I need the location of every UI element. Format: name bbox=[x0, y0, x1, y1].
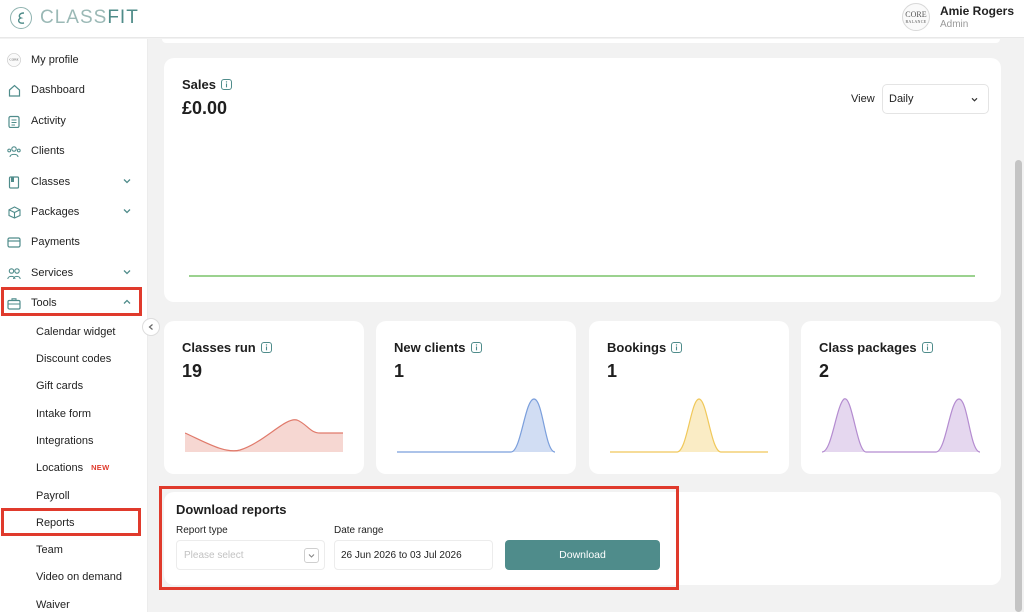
class-packages-sparkline bbox=[822, 398, 980, 453]
sidebar-item-payments[interactable]: Payments bbox=[0, 227, 148, 257]
stat-value-new-clients: 1 bbox=[394, 361, 405, 381]
info-icon[interactable] bbox=[260, 342, 272, 353]
view-label: View bbox=[851, 93, 875, 105]
stat-title-new-clients: New clients bbox=[394, 340, 482, 355]
sidebar-subitem-calendar-widget[interactable]: Calendar widget bbox=[0, 318, 148, 345]
classes-run-sparkline bbox=[185, 419, 343, 452]
svg-text:CORE: CORE bbox=[9, 57, 18, 61]
new-clients-sparkline bbox=[397, 398, 555, 453]
top-bar: CLASSFIT CORE BALANCE Amie Rogers Admin bbox=[0, 0, 1024, 38]
sales-value: £0.00 bbox=[182, 98, 228, 118]
card-icon bbox=[7, 235, 21, 249]
brand-logo[interactable]: CLASSFIT bbox=[10, 7, 139, 29]
bookings-sparkline bbox=[610, 398, 768, 453]
sidebar-item-dashboard[interactable]: Dashboard bbox=[0, 75, 148, 105]
sidebar-subitem-integrations[interactable]: Integrations bbox=[0, 427, 148, 454]
stat-title-class-packages: Class packages bbox=[819, 340, 933, 355]
book-icon bbox=[7, 175, 21, 189]
sidebar-subitem-video-on-demand[interactable]: Video on demand bbox=[0, 563, 148, 590]
logo-mark-icon bbox=[10, 7, 32, 29]
info-icon[interactable] bbox=[220, 79, 232, 90]
stat-value-classes-run: 19 bbox=[182, 361, 203, 381]
sidebar-item-my-profile[interactable]: CORE My profile bbox=[0, 45, 148, 75]
scrollbar-thumb[interactable] bbox=[1015, 160, 1022, 612]
chevron-left-icon bbox=[148, 324, 153, 330]
stat-title-bookings: Bookings bbox=[607, 340, 683, 355]
info-icon[interactable] bbox=[470, 342, 482, 353]
clients-icon bbox=[7, 144, 21, 158]
chevron-down-icon[interactable] bbox=[121, 266, 133, 278]
chevron-down-icon[interactable] bbox=[121, 175, 133, 187]
stat-value-bookings: 1 bbox=[607, 361, 618, 381]
sidebar-item-packages[interactable]: Packages bbox=[0, 197, 148, 227]
sales-chart bbox=[189, 275, 975, 277]
top-card-edge bbox=[162, 39, 1000, 43]
new-badge: NEW bbox=[91, 463, 110, 472]
sales-card bbox=[164, 58, 1001, 302]
sidebar-item-activity[interactable]: Activity bbox=[0, 106, 148, 136]
user-name: Amie Rogers bbox=[939, 4, 1014, 18]
sidebar-subitem-team[interactable]: Team bbox=[0, 536, 148, 563]
services-icon bbox=[7, 266, 21, 280]
user-menu[interactable]: CORE BALANCE Amie Rogers Admin bbox=[901, 3, 1014, 31]
chevron-down-icon bbox=[971, 97, 978, 102]
sidebar-collapse-button[interactable] bbox=[142, 318, 160, 336]
profile-avatar-icon: CORE bbox=[7, 53, 21, 67]
info-icon[interactable] bbox=[671, 342, 683, 353]
brand-name: CLASSFIT bbox=[40, 7, 139, 28]
info-icon[interactable] bbox=[921, 342, 933, 353]
stat-value-class-packages: 2 bbox=[819, 361, 830, 381]
avatar: CORE BALANCE bbox=[901, 3, 930, 31]
sidebar-subitem-locations[interactable]: Locations NEW bbox=[0, 454, 148, 481]
chevron-down-icon[interactable] bbox=[121, 205, 133, 217]
sidebar-subitem-gift-cards[interactable]: Gift cards bbox=[0, 372, 148, 399]
user-role: Admin bbox=[939, 19, 969, 30]
home-icon bbox=[7, 83, 21, 97]
sidebar-subitem-payroll[interactable]: Payroll bbox=[0, 482, 148, 509]
sidebar-subitem-intake-form[interactable]: Intake form bbox=[0, 400, 148, 427]
download-reports-highlight-box bbox=[159, 486, 679, 590]
view-select[interactable]: Daily bbox=[882, 84, 989, 114]
tools-highlight-box bbox=[1, 287, 142, 316]
sidebar-item-clients[interactable]: Clients bbox=[0, 136, 148, 166]
package-icon bbox=[7, 205, 21, 219]
sidebar-item-classes[interactable]: Classes bbox=[0, 167, 148, 197]
sidebar-subitem-waiver[interactable]: Waiver bbox=[0, 591, 148, 612]
reports-highlight-box bbox=[1, 508, 141, 536]
stat-title-classes-run: Classes run bbox=[182, 340, 272, 355]
sidebar-item-services[interactable]: Services bbox=[0, 258, 148, 288]
sales-title: Sales bbox=[182, 77, 232, 92]
sidebar-subitem-discount-codes[interactable]: Discount codes bbox=[0, 345, 148, 372]
clipboard-icon bbox=[7, 114, 21, 128]
